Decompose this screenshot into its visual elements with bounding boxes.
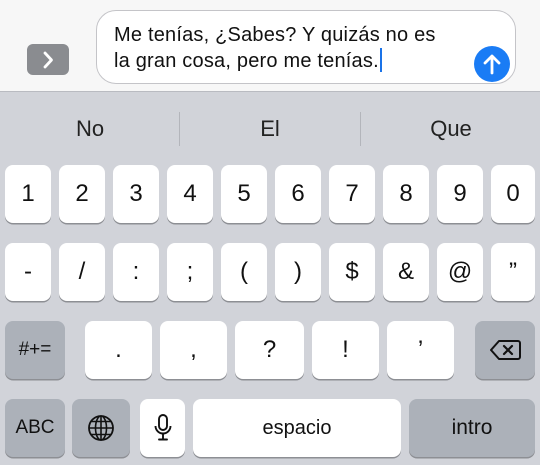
- message-text: Me tenías, ¿Sabes? Y quizás no es la gra…: [114, 22, 464, 74]
- key-question[interactable]: ?: [235, 321, 304, 379]
- key-1[interactable]: 1: [5, 165, 51, 223]
- key-close-paren[interactable]: ): [275, 243, 321, 301]
- key-6[interactable]: 6: [275, 165, 321, 223]
- key-3[interactable]: 3: [113, 165, 159, 223]
- text-cursor: [379, 48, 382, 72]
- message-line-1: Me tenías, ¿Sabes? Y quizás no es: [114, 24, 436, 46]
- chevron-right-icon: [43, 51, 53, 68]
- key-5[interactable]: 5: [221, 165, 267, 223]
- key-period[interactable]: .: [85, 321, 152, 379]
- key-ampersand[interactable]: &: [383, 243, 429, 301]
- key-4[interactable]: 4: [167, 165, 213, 223]
- key-dollar[interactable]: $: [329, 243, 375, 301]
- key-8[interactable]: 8: [383, 165, 429, 223]
- key-quote[interactable]: ”: [491, 243, 535, 301]
- key-comma[interactable]: ,: [160, 321, 227, 379]
- key-at[interactable]: @: [437, 243, 483, 301]
- message-input[interactable]: Me tenías, ¿Sabes? Y quizás no es la gra…: [96, 10, 516, 84]
- key-9[interactable]: 9: [437, 165, 483, 223]
- dictation-key[interactable]: [140, 399, 185, 457]
- key-open-paren[interactable]: (: [221, 243, 267, 301]
- suggestion-1[interactable]: No: [0, 92, 180, 166]
- delete-key[interactable]: [475, 321, 535, 379]
- message-line-2: la gran cosa, pero me tenías.: [114, 48, 464, 74]
- key-0[interactable]: 0: [491, 165, 535, 223]
- symbols-toggle-key[interactable]: #+=: [5, 321, 65, 379]
- suggestion-bar: No El Que: [0, 92, 540, 166]
- key-exclamation[interactable]: !: [312, 321, 379, 379]
- backspace-icon: [490, 340, 521, 360]
- key-slash[interactable]: /: [59, 243, 105, 301]
- key-colon[interactable]: :: [113, 243, 159, 301]
- abc-key[interactable]: ABC: [5, 399, 65, 457]
- key-hyphen[interactable]: -: [5, 243, 51, 301]
- globe-key[interactable]: [72, 399, 130, 457]
- return-key[interactable]: intro: [409, 399, 535, 457]
- key-2[interactable]: 2: [59, 165, 105, 223]
- message-line-2-text: la gran cosa, pero me tenías.: [114, 50, 379, 72]
- arrow-up-icon: [483, 54, 501, 75]
- expand-button[interactable]: [27, 44, 69, 75]
- key-semicolon[interactable]: ;: [167, 243, 213, 301]
- send-button[interactable]: [474, 46, 510, 82]
- key-7[interactable]: 7: [329, 165, 375, 223]
- microphone-icon: [154, 414, 171, 441]
- space-key[interactable]: espacio: [193, 399, 401, 457]
- globe-icon: [88, 415, 114, 441]
- key-apostrophe[interactable]: ’: [387, 321, 454, 379]
- suggestion-3[interactable]: Que: [361, 92, 540, 166]
- compose-bar: Me tenías, ¿Sabes? Y quizás no es la gra…: [0, 0, 540, 92]
- suggestion-2[interactable]: El: [180, 92, 360, 166]
